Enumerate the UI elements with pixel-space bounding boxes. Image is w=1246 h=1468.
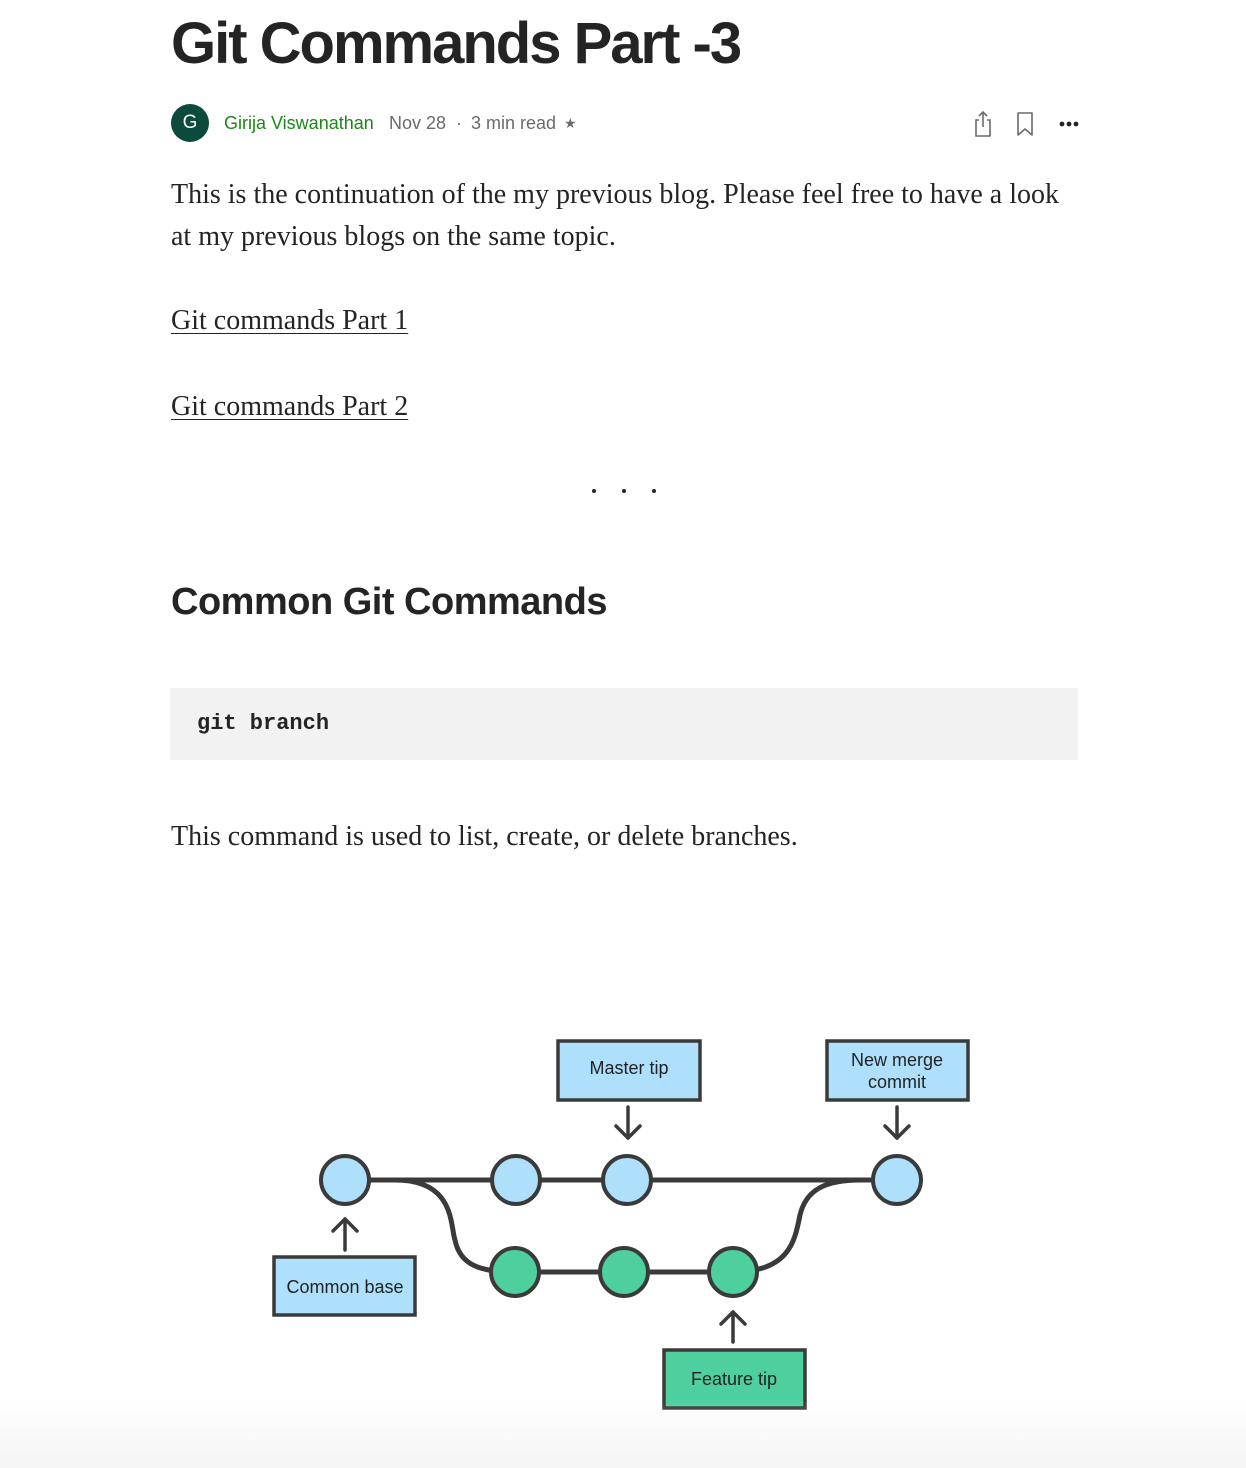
- master-tip-label-box: Master tip: [556, 1039, 702, 1102]
- master-commit: [490, 1154, 542, 1206]
- new-merge-commit-label-box: New merge commit: [825, 1039, 970, 1102]
- common-base-arrow: [331, 1217, 359, 1252]
- arrows: [331, 1105, 911, 1344]
- master-tip-label: Master tip: [589, 1058, 668, 1078]
- new-merge-label-line2: commit: [868, 1072, 926, 1092]
- master-commit: [319, 1154, 371, 1206]
- common-base-label-box: Common base: [272, 1255, 417, 1317]
- merge-commit-arrow: [883, 1105, 911, 1140]
- master-tip-arrow: [614, 1105, 642, 1140]
- git-merge-diagram: Master tip New merge commit Common base …: [272, 1039, 970, 1410]
- feature-tip-label: Feature tip: [691, 1369, 777, 1389]
- master-commit: [601, 1154, 653, 1206]
- feature-commit: [598, 1246, 650, 1298]
- feature-commit: [707, 1246, 759, 1298]
- merge-commit: [871, 1154, 923, 1206]
- feature-tip-arrow: [719, 1310, 747, 1344]
- feature-tip-label-box: Feature tip: [662, 1348, 807, 1410]
- common-base-label: Common base: [286, 1277, 403, 1297]
- new-merge-label-line1: New merge: [851, 1050, 943, 1070]
- feature-commit: [489, 1246, 541, 1298]
